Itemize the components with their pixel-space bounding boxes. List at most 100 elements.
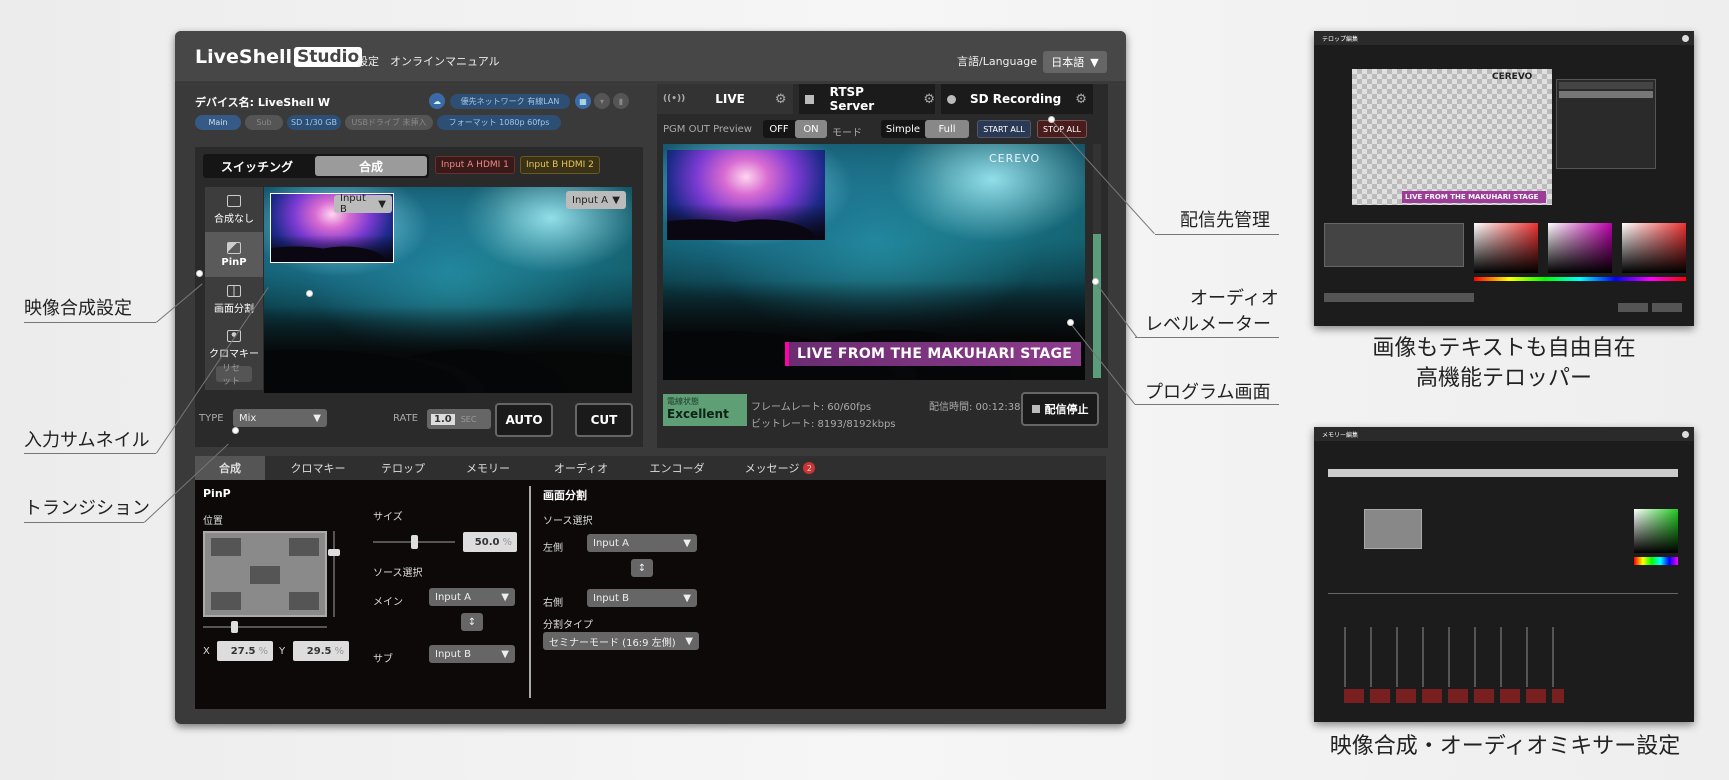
pos-center[interactable] xyxy=(250,566,280,584)
size-slider[interactable] xyxy=(373,535,455,549)
memory-name-input[interactable] xyxy=(1328,469,1678,477)
cancel-button[interactable] xyxy=(1618,303,1648,312)
tab-live[interactable]: ((•)) LIVE ⚙ xyxy=(657,84,793,114)
cut-button[interactable]: CUT xyxy=(575,403,633,437)
memory-position-grid[interactable] xyxy=(1364,509,1422,549)
telop-canvas[interactable]: CEREVO LIVE FROM THE MAKUHARI STAGE xyxy=(1352,69,1552,205)
start-all-button[interactable]: START ALL xyxy=(977,120,1031,138)
pos-bottom-right[interactable] xyxy=(289,592,319,610)
border-color-picker[interactable] xyxy=(1622,223,1686,273)
mute-buttons[interactable] xyxy=(1344,689,1564,703)
right-label: 右側 xyxy=(543,598,563,609)
stop-all-button[interactable]: STOP ALL xyxy=(1037,120,1087,138)
right-source-select[interactable]: Input B ▼ xyxy=(587,589,697,607)
off-option[interactable]: OFF xyxy=(763,120,795,138)
chevron-down-icon: ▼ xyxy=(683,537,691,549)
transition-type-select[interactable]: Mix ▼ xyxy=(233,409,327,427)
rate-field[interactable]: 1.0 SEC xyxy=(427,409,491,429)
tab-encoder[interactable]: エンコーダ xyxy=(629,456,725,480)
split-type-select[interactable]: セミナーモード (16:9 左側) ▼ xyxy=(543,632,699,650)
font-select[interactable] xyxy=(1324,293,1474,302)
background-color-picker[interactable] xyxy=(1548,223,1612,273)
cerevo-logo: CEREVO xyxy=(989,152,1041,165)
settings-link[interactable]: 設定 xyxy=(357,53,379,69)
callout-dot xyxy=(306,290,313,297)
x-slider[interactable] xyxy=(203,621,327,633)
rtsp-status-icon xyxy=(805,94,814,104)
tab-memory[interactable]: メモリー xyxy=(443,456,533,480)
chroma-color-picker[interactable] xyxy=(1634,509,1678,553)
input-a-badge: Input A HDMI 1 xyxy=(435,156,515,174)
x-slider-handle[interactable] xyxy=(231,621,238,633)
wifi-icon: ▾ xyxy=(594,93,610,109)
chroma-hue-slider[interactable] xyxy=(1634,557,1678,565)
tab-audio[interactable]: オーディオ xyxy=(533,456,629,480)
sub-source-select[interactable]: Input B ▼ xyxy=(429,645,515,663)
mode-toggle[interactable]: Simple Full xyxy=(881,120,969,138)
hue-slider[interactable] xyxy=(1474,277,1686,281)
close-icon[interactable] xyxy=(1682,35,1689,42)
mode-split[interactable]: 画面分割 xyxy=(205,277,263,322)
close-icon[interactable] xyxy=(1682,431,1689,438)
tab-message[interactable]: メッセージ 2 xyxy=(725,456,835,480)
y-input[interactable]: 29.5% xyxy=(293,641,349,661)
auto-button[interactable]: AUTO xyxy=(495,403,553,437)
size-input[interactable]: 50.0% xyxy=(463,532,517,552)
sd-badge: SD 1/30 GB xyxy=(287,115,341,130)
preview-toggle[interactable]: OFF ON xyxy=(763,120,827,138)
left-label: 左側 xyxy=(543,543,563,554)
cellular-icon: ▮ xyxy=(613,93,629,109)
x-input[interactable]: 27.5% xyxy=(217,641,273,661)
text-color-picker[interactable] xyxy=(1474,223,1538,273)
split-type-label: 分割タイプ xyxy=(543,620,593,631)
main-input-select[interactable]: Input A ▼ xyxy=(566,191,626,209)
pos-bottom-left[interactable] xyxy=(211,592,241,610)
pos-top-right[interactable] xyxy=(289,538,319,556)
layer-list[interactable] xyxy=(1556,79,1656,169)
y-slider-handle[interactable] xyxy=(328,549,340,556)
simple-option[interactable]: Simple xyxy=(881,120,925,138)
full-option[interactable]: Full xyxy=(925,120,969,138)
tab-compose[interactable]: 合成 xyxy=(315,156,427,176)
callout-compose: 映像合成設定 xyxy=(24,298,132,319)
on-option[interactable]: ON xyxy=(795,120,827,138)
tab-chroma[interactable]: クロマキー xyxy=(273,456,363,480)
tab-sd-recording[interactable]: SD Recording ⚙ xyxy=(941,84,1093,114)
tab-switching[interactable]: スイッチング xyxy=(205,156,309,176)
swap-icon: ↕ xyxy=(637,562,647,574)
callout-audio-2: レベルメーター xyxy=(1145,314,1271,335)
callout-line xyxy=(24,522,144,523)
telop-text-input[interactable] xyxy=(1324,223,1464,267)
tab-telop[interactable]: テロップ xyxy=(363,456,443,480)
swap-source-button[interactable]: ↕ xyxy=(461,613,483,631)
manual-link[interactable]: オンラインマニュアル xyxy=(390,53,500,69)
pip-input-select[interactable]: Input B ▼ xyxy=(334,193,392,215)
ok-button[interactable] xyxy=(1652,303,1682,312)
gear-icon[interactable]: ⚙ xyxy=(1075,92,1087,107)
tab-rtsp[interactable]: RTSP Server ⚙ xyxy=(799,84,935,114)
size-slider-handle[interactable] xyxy=(411,535,418,549)
settings-panel: 合成 クロマキー テロップ メモリー オーディオ エンコーダ メッセージ 2 Pi… xyxy=(195,456,1106,709)
mode-pinp[interactable]: PinP xyxy=(205,232,263,277)
reset-button[interactable]: リセット xyxy=(216,364,252,387)
pos-top-left[interactable] xyxy=(211,538,241,556)
mode-none[interactable]: 合成なし xyxy=(205,187,263,232)
crowd-image xyxy=(264,306,632,393)
gear-icon[interactable]: ⚙ xyxy=(775,92,787,107)
gear-icon[interactable]: ⚙ xyxy=(923,92,935,107)
y-slider[interactable] xyxy=(328,531,340,617)
position-label: 位置 xyxy=(203,516,223,527)
swap-icon: ↕ xyxy=(467,616,477,628)
swap-split-button[interactable]: ↕ xyxy=(631,559,653,577)
main-source-select[interactable]: Input A ▼ xyxy=(429,588,515,606)
position-grid[interactable] xyxy=(203,531,327,617)
main-source-label: メイン xyxy=(373,597,403,608)
audio-mixer-faders[interactable] xyxy=(1344,627,1564,687)
status-value: Excellent xyxy=(667,407,729,421)
language-select[interactable]: 日本語 ▼ xyxy=(1043,51,1107,73)
memory-editor-screenshot: メモリー編集 xyxy=(1314,427,1694,722)
tab-compose-settings[interactable]: 合成 xyxy=(195,456,265,480)
stop-stream-button[interactable]: 配信停止 xyxy=(1021,392,1099,426)
compose-mode-list: 合成なし PinP 画面分割 クロマキー リセット xyxy=(205,187,263,390)
left-source-select[interactable]: Input A ▼ xyxy=(587,534,697,552)
